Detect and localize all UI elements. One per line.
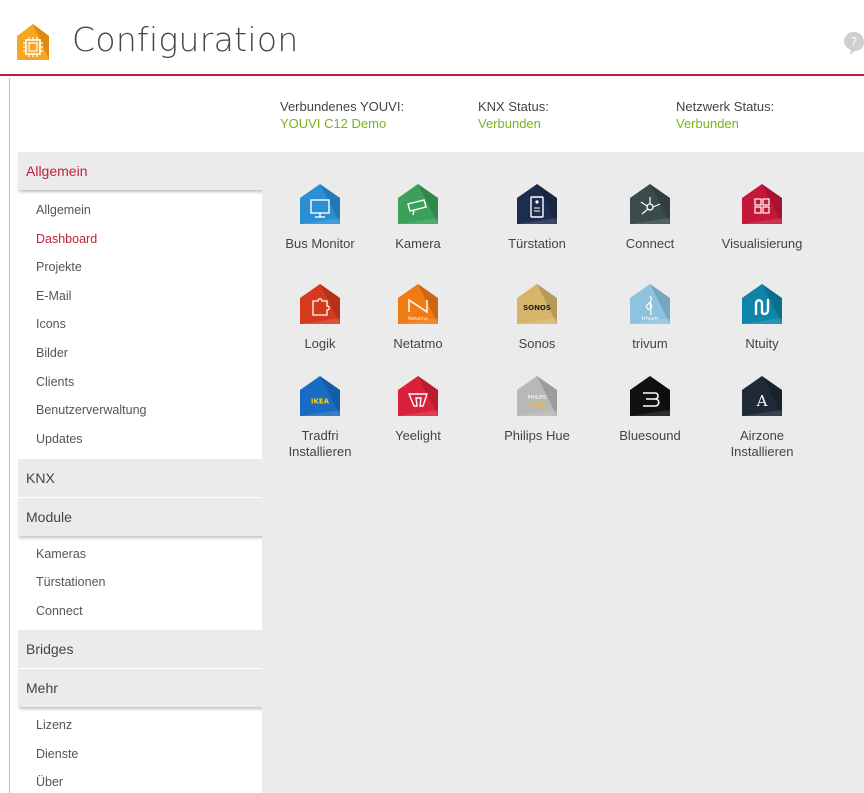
sidebar-item-allgemein[interactable]: Allgemein (36, 200, 91, 220)
youvi-status: Verbundenes YOUVI: YOUVI C12 Demo (280, 98, 404, 132)
svg-text:A: A (756, 392, 768, 410)
sidebar: Allgemein Allgemein Dashboard Projekte E… (18, 152, 275, 793)
knx-status-value: Verbunden (478, 116, 541, 131)
trivum-icon: trivum (630, 284, 670, 324)
sidebar-item-email[interactable]: E-Mail (36, 286, 71, 306)
help-icon[interactable]: ? (842, 30, 864, 56)
door-station-icon (517, 184, 557, 224)
sidebar-section-module[interactable]: Module (18, 498, 275, 536)
page-edge-divider (9, 78, 10, 793)
tile-label: Kamera (395, 236, 441, 251)
tile-visualisierung[interactable]: Visualisierung (702, 182, 822, 282)
svg-text:IKEA: IKEA (311, 398, 330, 406)
sidebar-item-tuerstationen[interactable]: Türstationen (36, 572, 105, 592)
youvi-status-value: YOUVI C12 Demo (280, 116, 387, 131)
airzone-icon: A (742, 376, 782, 416)
tile-airzone[interactable]: A Airzone Installieren (702, 374, 822, 474)
sidebar-item-dashboard[interactable]: Dashboard (36, 229, 97, 249)
ikea-icon: IKEA (300, 376, 340, 416)
svg-text:hue: hue (529, 400, 546, 410)
network-status-label: Netzwerk Status: (676, 99, 775, 114)
connect-icon (630, 184, 670, 224)
tile-sonos[interactable]: SONOS Sonos (477, 282, 597, 382)
sidebar-item-lizenz[interactable]: Lizenz (36, 715, 72, 735)
tile-bluesound[interactable]: Bluesound (590, 374, 710, 474)
sidebar-item-benutzerverwaltung[interactable]: Benutzerverwaltung (36, 400, 146, 420)
sidebar-item-bilder[interactable]: Bilder (36, 343, 68, 363)
ntuity-icon (742, 284, 782, 324)
hue-icon: PHILIPShue (517, 376, 557, 416)
dashboard-tiles-area: Bus Monitor Kamera Türstation Connect Visual… (262, 152, 864, 793)
tile-label: trivum (632, 336, 668, 351)
svg-text:?: ? (851, 35, 857, 49)
tile-philips-hue[interactable]: PHILIPS hue Philips Hue (477, 374, 597, 474)
tile-label: Sonos (518, 336, 556, 351)
sidebar-item-ueber[interactable]: Über (36, 772, 63, 792)
tile-label: Ntuity (745, 336, 779, 351)
tile-label: Netatmo (393, 336, 443, 351)
sidebar-section-knx[interactable]: KNX (18, 459, 275, 497)
sidebar-item-kameras[interactable]: Kameras (36, 544, 86, 564)
tile-label: Philips Hue (504, 428, 570, 443)
app-logo-icon (17, 24, 49, 60)
yeelight-icon (398, 376, 438, 416)
network-status-value: Verbunden (676, 116, 739, 131)
app-header: Configuration ? (0, 0, 864, 76)
sidebar-item-projekte[interactable]: Projekte (36, 257, 82, 277)
sidebar-section-mehr[interactable]: Mehr (18, 669, 275, 707)
sidebar-item-clients[interactable]: Clients (36, 372, 74, 392)
tile-ntuity[interactable]: Ntuity (702, 282, 822, 382)
monitor-icon (300, 184, 340, 224)
tile-trivum[interactable]: trivum trivum (590, 282, 710, 382)
knx-status-label: KNX Status: (478, 99, 549, 114)
camera-icon (398, 184, 438, 224)
svg-text:trivum: trivum (642, 316, 659, 322)
tile-label: Connect (625, 236, 675, 251)
tile-label: Airzone Installieren (730, 428, 794, 459)
knx-status: KNX Status: Verbunden (478, 98, 549, 132)
status-bar: Verbundenes YOUVI: YOUVI C12 Demo KNX St… (10, 84, 864, 144)
netatmo-icon: Netatmo (398, 284, 438, 324)
tile-trstation[interactable]: Türstation (477, 182, 597, 282)
sidebar-section-allgemein[interactable]: Allgemein (18, 152, 275, 190)
tile-netatmo[interactable]: Netatmo Netatmo (358, 282, 478, 382)
tile-label: Türstation (508, 236, 566, 251)
tile-yeelight[interactable]: Yeelight (358, 374, 478, 474)
bluesound-icon (630, 376, 670, 416)
youvi-status-label: Verbundenes YOUVI: (280, 99, 405, 114)
sidebar-item-updates[interactable]: Updates (36, 429, 83, 449)
sidebar-item-icons[interactable]: Icons (36, 314, 66, 334)
svg-text:Netatmo: Netatmo (408, 316, 428, 322)
sidebar-section-bridges[interactable]: Bridges (18, 630, 275, 668)
sidebar-item-dienste[interactable]: Dienste (36, 744, 78, 764)
sidebar-item-connect[interactable]: Connect (36, 601, 83, 621)
sonos-icon: SONOS (517, 284, 557, 324)
tile-label: Yeelight (395, 428, 441, 443)
network-status: Netzwerk Status: Verbunden (676, 98, 774, 132)
page-title: Configuration (72, 20, 299, 59)
svg-text:SONOS: SONOS (523, 304, 551, 312)
tile-label: Bluesound (619, 428, 681, 443)
tile-label: Visualisierung (721, 236, 803, 251)
grid-icon (742, 184, 782, 224)
tile-connect[interactable]: Connect (590, 182, 710, 282)
puzzle-icon (300, 284, 340, 324)
tile-kamera[interactable]: Kamera (358, 182, 478, 282)
